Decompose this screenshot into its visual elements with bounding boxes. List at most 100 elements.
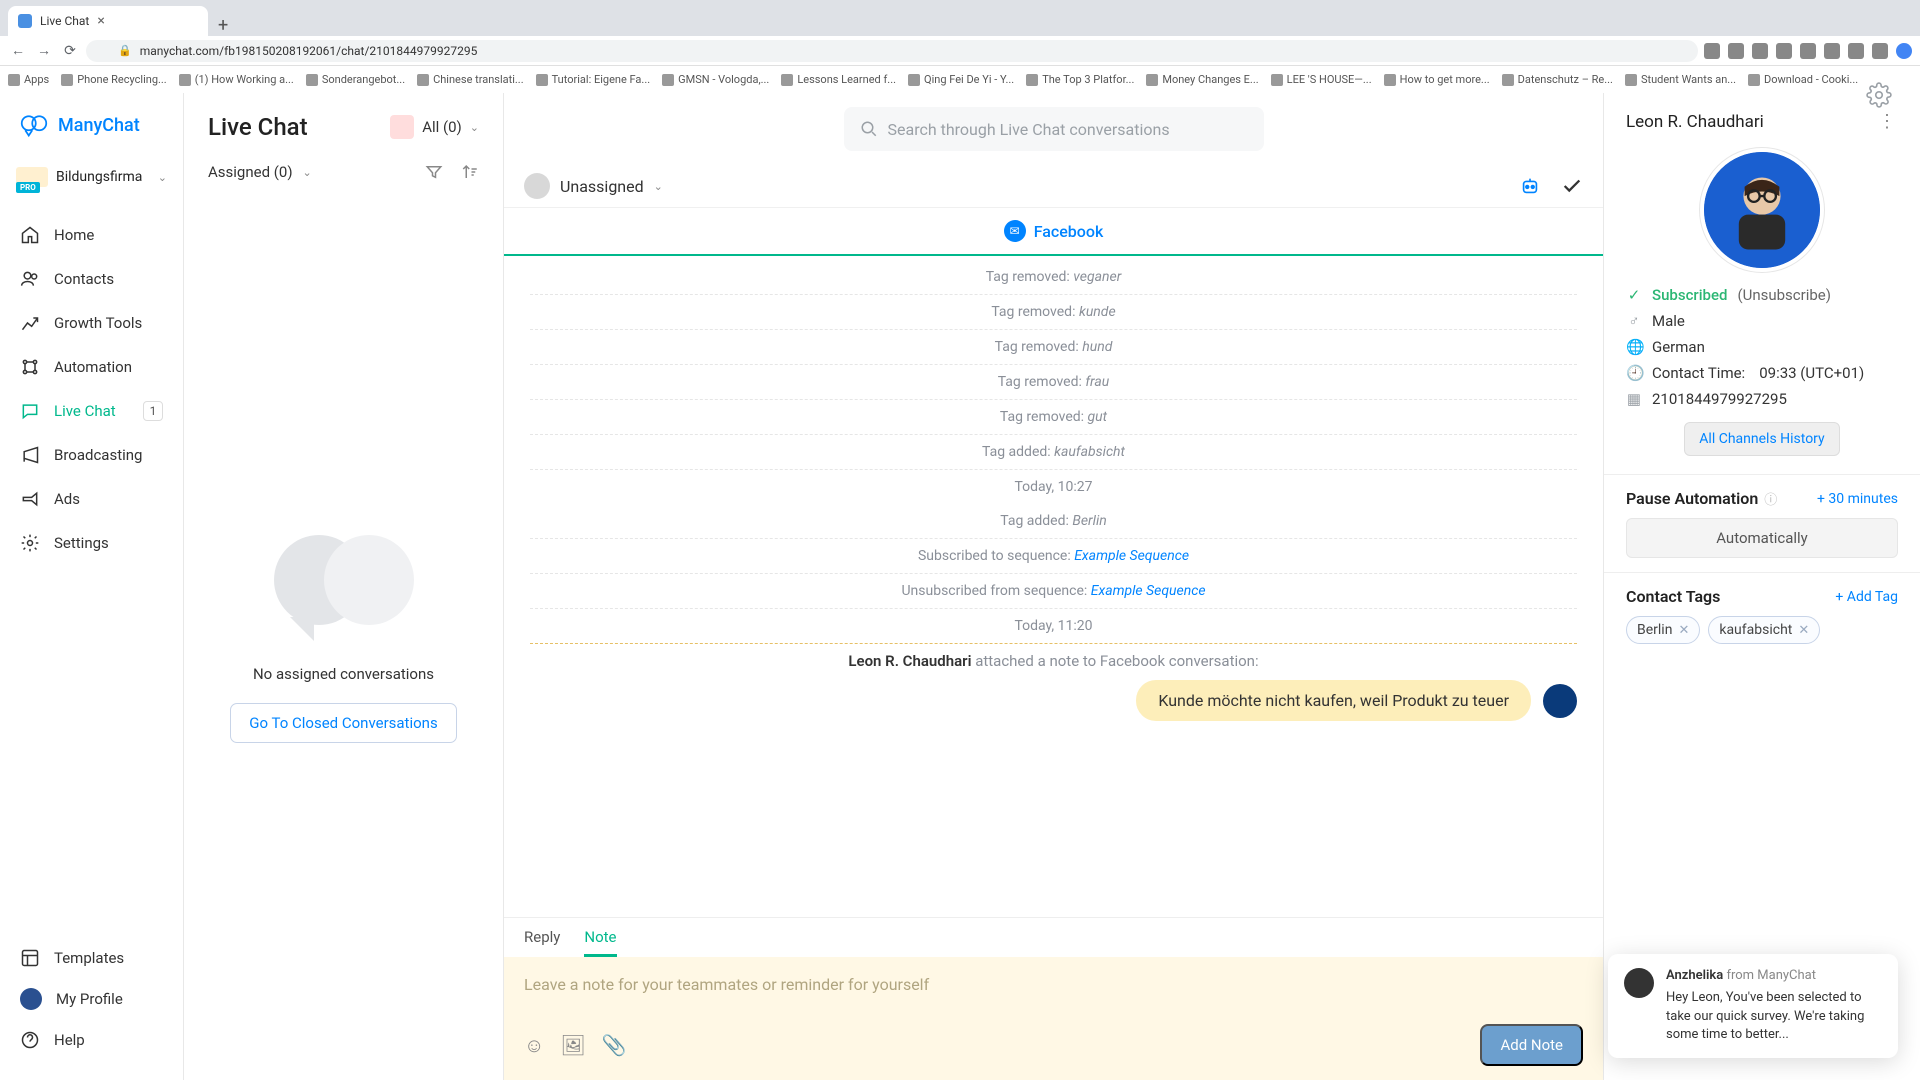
- logo[interactable]: ManyChat: [0, 93, 183, 157]
- new-tab-button[interactable]: +: [208, 15, 238, 36]
- more-icon[interactable]: ⋮: [1878, 111, 1898, 132]
- workspace-selector[interactable]: PRO Bildungsfirma ⌄: [0, 157, 183, 197]
- tag-pill[interactable]: Berlin ✕: [1626, 616, 1700, 644]
- nav-footer: Templates My Profile Help: [0, 930, 183, 1080]
- nav-help[interactable]: Help: [0, 1020, 183, 1060]
- sort-icon[interactable]: [461, 163, 479, 181]
- all-channels-history-button[interactable]: All Channels History: [1684, 422, 1839, 456]
- extension-icon[interactable]: [1728, 43, 1744, 59]
- add-tag-button[interactable]: + Add Tag: [1835, 589, 1898, 605]
- system-event: Subscribed to sequence: Example Sequence: [530, 539, 1577, 574]
- info-column: Leon R. Chaudhari ⋮ ✓ Subscribed: [1604, 93, 1920, 1080]
- bot-icon[interactable]: [1519, 175, 1541, 197]
- extension-icon[interactable]: [1824, 43, 1840, 59]
- extension-icon[interactable]: [1872, 43, 1888, 59]
- search-input[interactable]: Search through Live Chat conversations: [844, 107, 1264, 151]
- address-input[interactable]: 🔒 manychat.com/fb198150208192061/chat/21…: [86, 40, 1698, 62]
- profile-avatar: [20, 988, 42, 1010]
- bookmark-bar: Apps Phone Recycling... (1) How Working a.…: [0, 65, 1920, 93]
- bookmark-item[interactable]: Sonderangebot...: [306, 73, 405, 86]
- chevron-down-icon: ⌄: [303, 166, 312, 179]
- help-icon: [20, 1030, 40, 1050]
- contact-avatar-wrap: [1604, 142, 1920, 286]
- extension-icon[interactable]: [1752, 43, 1768, 59]
- bookmark-item[interactable]: Money Changes E...: [1146, 73, 1258, 86]
- bookmark-item[interactable]: Tutorial: Eigene Fa...: [536, 73, 651, 86]
- nav-settings[interactable]: Settings: [0, 521, 183, 565]
- bookmark-item[interactable]: Lessons Learned f...: [781, 73, 896, 86]
- unsubscribe-link[interactable]: (Unsubscribe): [1737, 286, 1831, 304]
- nav-ads[interactable]: Ads: [0, 477, 183, 521]
- compose-input[interactable]: Leave a note for your teammates or remin…: [524, 969, 1583, 1024]
- system-event: Tag removed: frau: [530, 365, 1577, 400]
- extension-icon[interactable]: [1896, 43, 1912, 59]
- chat-body[interactable]: Tag removed: veganerTag removed: kundeTa…: [504, 256, 1603, 917]
- closed-conversations-button[interactable]: Go To Closed Conversations: [230, 703, 456, 743]
- bookmark-item[interactable]: Apps: [8, 73, 49, 86]
- reload-button[interactable]: ⟳: [60, 41, 80, 61]
- pause-automation-section: Pause Automation ⓘ + 30 minutes Automati…: [1604, 474, 1920, 572]
- workspace-avatar: PRO: [16, 167, 48, 187]
- url-text: manychat.com/fb198150208192061/chat/2101…: [140, 44, 478, 58]
- filter-all[interactable]: All (0) ⌄: [390, 115, 479, 139]
- globe-icon: 🌐: [1626, 338, 1642, 356]
- back-button[interactable]: ←: [8, 41, 28, 61]
- settings-gear-icon[interactable]: [1866, 82, 1892, 108]
- survey-toast[interactable]: Anzhelika from ManyChat Hey Leon, You've…: [1608, 954, 1898, 1058]
- check-icon[interactable]: [1561, 175, 1583, 197]
- contact-id-row: ▦ 2101844979927295: [1626, 390, 1898, 408]
- extension-icon[interactable]: [1848, 43, 1864, 59]
- filter-icon[interactable]: [425, 163, 443, 181]
- nav-contacts[interactable]: Contacts: [0, 257, 183, 301]
- logo-icon: [20, 111, 48, 139]
- nav-growth[interactable]: Growth Tools: [0, 301, 183, 345]
- nav-label: Contacts: [54, 270, 114, 288]
- close-icon[interactable]: ×: [97, 13, 104, 29]
- nav-broadcasting[interactable]: Broadcasting: [0, 433, 183, 477]
- subscription-row: ✓ Subscribed (Unsubscribe): [1626, 286, 1898, 304]
- pause-auto-button[interactable]: Automatically: [1626, 518, 1898, 558]
- bookmark-item[interactable]: Datenschutz – Re...: [1502, 73, 1613, 86]
- bookmark-item[interactable]: Qing Fei De Yi - Y...: [908, 73, 1014, 86]
- info-icon[interactable]: ⓘ: [1764, 489, 1777, 508]
- assigned-filter[interactable]: Assigned (0): [208, 163, 293, 181]
- forward-button[interactable]: →: [34, 41, 54, 61]
- pause-title: Pause Automation: [1626, 489, 1758, 508]
- bookmark-item[interactable]: LEE 'S HOUSE—...: [1271, 73, 1372, 86]
- extension-icon[interactable]: [1704, 43, 1720, 59]
- tab-note[interactable]: Note: [584, 928, 616, 957]
- note-row: Kunde möchte nicht kaufen, weil Produkt …: [530, 680, 1577, 735]
- browser-tab[interactable]: Live Chat ×: [8, 6, 208, 36]
- nav-automation[interactable]: Automation: [0, 345, 183, 389]
- bookmark-item[interactable]: GMSN - Vologda,...: [662, 73, 769, 86]
- ads-icon: [20, 489, 40, 509]
- bookmark-item[interactable]: Phone Recycling...: [61, 73, 166, 86]
- nav-home[interactable]: Home: [0, 213, 183, 257]
- bookmark-item[interactable]: Student Wants an...: [1625, 73, 1736, 86]
- remove-tag-icon[interactable]: ✕: [1678, 623, 1689, 638]
- bookmark-item[interactable]: Download - Cooki...: [1748, 73, 1858, 86]
- emoji-icon[interactable]: ☺: [524, 1033, 544, 1058]
- nav-label: Growth Tools: [54, 314, 142, 332]
- tab-reply[interactable]: Reply: [524, 928, 560, 957]
- attachment-icon[interactable]: 📎: [602, 1033, 627, 1057]
- nav-profile[interactable]: My Profile: [0, 978, 183, 1020]
- contact-tags-section: Contact Tags + Add Tag Berlin ✕kaufabsic…: [1604, 572, 1920, 658]
- remove-tag-icon[interactable]: ✕: [1798, 623, 1809, 638]
- extension-icon[interactable]: [1776, 43, 1792, 59]
- extension-icon[interactable]: [1800, 43, 1816, 59]
- bookmark-item[interactable]: (1) How Working a...: [179, 73, 294, 86]
- nav-livechat[interactable]: Live Chat 1: [0, 389, 183, 433]
- add-note-button[interactable]: Add Note: [1480, 1024, 1583, 1066]
- pause-add-button[interactable]: + 30 minutes: [1817, 491, 1898, 507]
- language-row: 🌐 German: [1626, 338, 1898, 356]
- tag-pill[interactable]: kaufabsicht ✕: [1708, 616, 1820, 644]
- assignee-name[interactable]: Unassigned: [560, 177, 644, 196]
- bookmark-item[interactable]: The Top 3 Platfor...: [1026, 73, 1134, 86]
- nav-templates[interactable]: Templates: [0, 938, 183, 978]
- image-icon[interactable]: 🖼: [560, 1033, 585, 1057]
- contact-avatar: [1700, 148, 1824, 272]
- bookmark-item[interactable]: How to get more...: [1384, 73, 1490, 86]
- contact-id: 2101844979927295: [1652, 390, 1787, 408]
- bookmark-item[interactable]: Chinese translati...: [417, 73, 524, 86]
